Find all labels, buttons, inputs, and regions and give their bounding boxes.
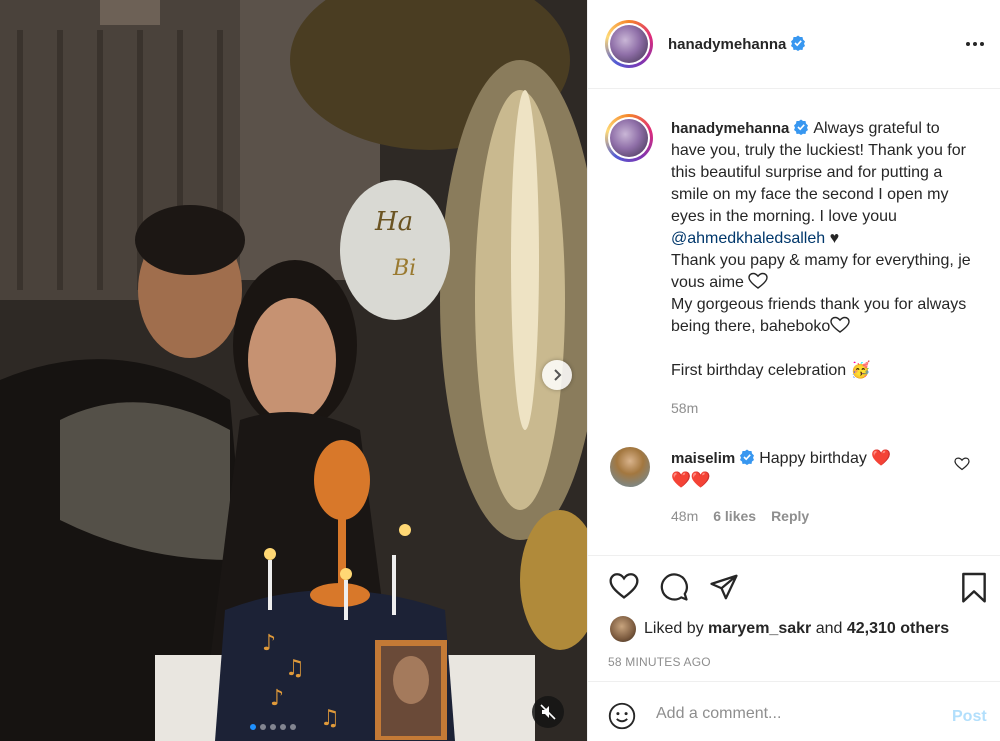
post-caption: hanadymehanna Always grateful to have you… [671,118,971,382]
svg-text:♪: ♪ [270,686,284,711]
next-slide-button[interactable] [542,360,572,390]
post-header: hanadymehanna [588,0,1000,89]
party-face-emoji: 🥳 [850,362,871,379]
comment-likes[interactable]: 6 likes [713,508,756,524]
carousel-dot [250,724,256,730]
carousel-dot [280,724,286,730]
emoji-button[interactable] [608,702,636,735]
carousel-dot [290,724,296,730]
bookmark-icon [962,572,986,603]
caption-author-avatar[interactable] [605,114,653,162]
liker-avatar[interactable] [610,616,636,642]
profile-picture [610,25,648,63]
red-heart-emoji: ❤️❤️ [671,472,711,489]
author-username[interactable]: hanadymehanna [668,36,786,53]
more-options-icon [966,42,984,46]
share-button[interactable] [708,572,740,607]
liked-by-middle: and [815,620,843,637]
carousel-dot [260,724,266,730]
carousel-indicator [250,724,296,730]
caption-text: Thank you papy & mamy for everything, je… [671,252,971,291]
post-panel: hanadymehanna hanadymehanna Always gratef… [587,0,1000,741]
white-heart-icon [830,316,850,333]
svg-text:♫: ♫ [320,706,340,731]
liker-username[interactable]: maryem_sakr [708,620,811,638]
mention-link[interactable]: @ahmedkhaledsalleh [671,230,825,247]
comment-body: maiselim Happy birthday ❤️ ❤️❤️ [671,448,951,492]
reply-button[interactable]: Reply [771,508,809,524]
comment-button[interactable] [658,572,690,607]
svg-text:♫: ♫ [285,656,305,681]
verified-badge-icon [791,35,806,51]
mute-button[interactable] [532,696,564,728]
post-time[interactable]: 58m [671,400,698,416]
comment-like-button[interactable] [954,457,970,476]
post-photo: Ha Bi ♪ ♫ ♪ ♫ [0,0,587,741]
carousel-dot [270,724,276,730]
heart-outline-icon [609,573,639,599]
more-options-button[interactable] [965,34,985,59]
chevron-right-icon [554,369,562,381]
author-avatar[interactable] [605,20,653,68]
verified-badge-icon [740,449,755,465]
liked-by-summary: Liked by maryem_sakr and 42,310 others [610,616,949,642]
like-button[interactable] [608,572,640,607]
comment-text: Happy birthday [759,450,872,467]
post-comment-button[interactable]: Post [952,708,987,726]
smiley-icon [608,702,636,730]
speaker-muted-icon [540,704,556,720]
add-comment-bar: Post [588,681,1000,741]
svg-text:♪: ♪ [262,631,276,656]
comment-time[interactable]: 48m [671,508,698,524]
liked-by-prefix: Liked by [644,620,704,637]
heart-outline-icon [954,457,970,471]
svg-text:Ha: Ha [374,207,413,237]
white-heart-icon [748,272,769,289]
verified-badge-icon [794,119,809,135]
caption-username[interactable]: hanadymehanna [671,120,789,137]
likes-count[interactable]: 42,310 others [847,620,949,638]
paper-plane-icon [710,574,738,600]
post-timestamp[interactable]: 58 MINUTES AGO [608,655,711,669]
post-media[interactable]: Ha Bi ♪ ♫ ♪ ♫ [0,0,587,741]
svg-text:Bi: Bi [392,256,416,281]
profile-picture [610,119,648,157]
commenter-username[interactable]: maiselim [671,450,735,467]
caption-heart: ♥ [825,230,840,247]
comment-input[interactable] [656,702,926,726]
save-button[interactable] [960,572,988,609]
caption-text: My gorgeous friends thank you for always… [671,296,967,335]
comment-bubble-icon [660,573,688,601]
commenter-avatar[interactable] [610,447,650,487]
caption-text: First birthday celebration [671,362,851,379]
comment-meta: 48m 6 likes Reply [671,508,809,524]
red-heart-emoji: ❤️ [871,450,892,467]
